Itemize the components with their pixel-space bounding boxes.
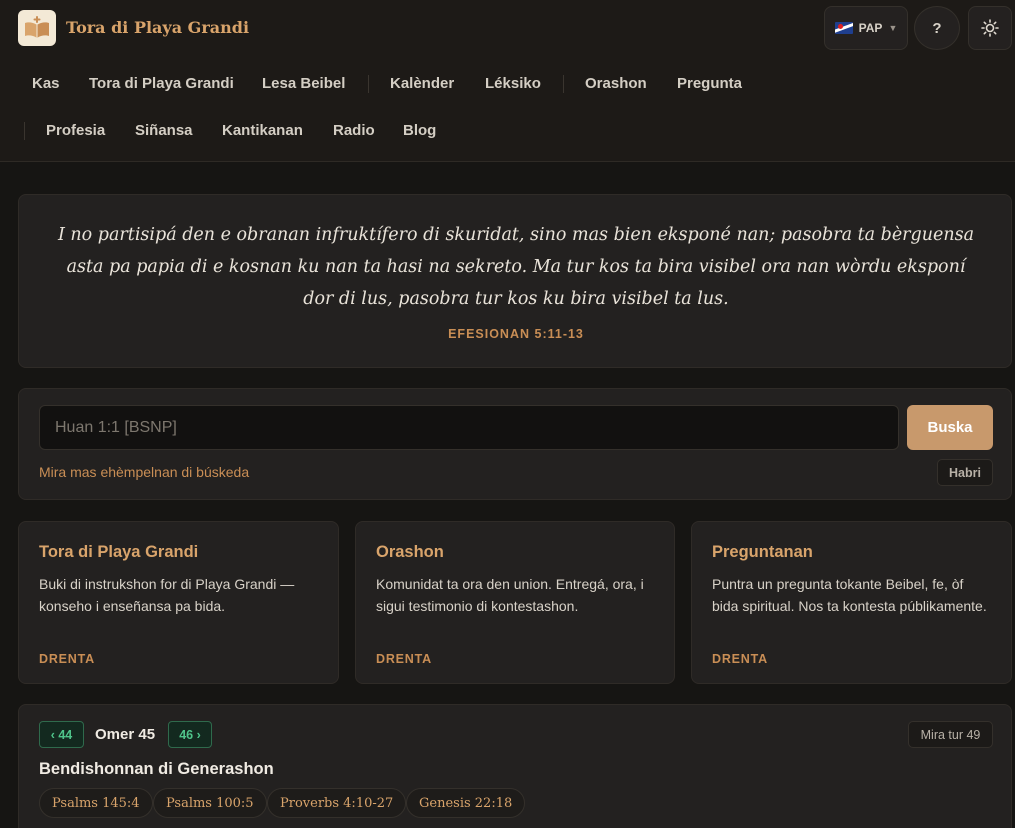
feature-title: Orashon <box>376 543 444 561</box>
feature-description: Buki di instrukshon for di Playa Grandi … <box>39 576 295 614</box>
nav-item-kalender[interactable]: Kalènder <box>390 75 454 92</box>
search-input[interactable] <box>39 405 899 450</box>
nav-item-blog[interactable]: Blog <box>403 122 436 139</box>
feature-card-tora[interactable]: Tora di Playa Grandi Buki di instrukshon… <box>18 521 339 684</box>
nav-divider <box>368 75 369 93</box>
feature-description: Puntra un pregunta tokante Beibel, fe, ò… <box>712 576 987 614</box>
verse-card: I no partisipá den e obranan infruktífer… <box>18 194 1012 368</box>
nav-item-orashon[interactable]: Orashon <box>585 75 647 92</box>
site-header: Tora di Playa Grandi PAP ▼ ? Kas Tora di… <box>0 0 1015 162</box>
feature-enter-link[interactable]: DRENTA <box>39 652 95 666</box>
nav-item-kas[interactable]: Kas <box>32 75 60 92</box>
passage-chip[interactable]: Psalms 145:4 <box>39 788 153 818</box>
nav-item-sinansa[interactable]: Siñansa <box>135 122 193 139</box>
feature-description: Komunidat ta ora den union. Entregá, ora… <box>376 576 644 614</box>
nav-item-lesa-beibel[interactable]: Lesa Beibel <box>262 75 345 92</box>
help-button[interactable]: ? <box>914 6 960 50</box>
reading-plan-card: ‹ 44 Omer 45 46 › Mira tur 49 Bendishonn… <box>18 704 1012 828</box>
day-label: Omer 45 <box>95 726 156 743</box>
feature-title: Preguntanan <box>712 543 813 561</box>
feature-card-preguntanan[interactable]: Preguntanan Puntra un pregunta tokante B… <box>691 521 1012 684</box>
verse-text: I no partisipá den e obranan infruktífer… <box>57 225 975 309</box>
nav-item-profesia[interactable]: Profesia <box>46 122 105 139</box>
passage-chip[interactable]: Psalms 100:5 <box>153 788 267 818</box>
reading-title: Bendishonnan di Generashon <box>39 760 274 778</box>
feature-enter-link[interactable]: DRENTA <box>376 652 432 666</box>
passage-chip[interactable]: Genesis 22:18 <box>406 788 526 818</box>
verse-reference[interactable]: EFESIONAN 5:11-13 <box>19 327 1013 341</box>
nav-item-pregunta[interactable]: Pregunta <box>677 75 742 92</box>
search-button[interactable]: Buska <box>907 405 993 450</box>
language-code: PAP <box>858 21 883 35</box>
next-day-button[interactable]: 46 › <box>168 721 212 748</box>
passage-chip[interactable]: Proverbs 4:10-27 <box>267 788 407 818</box>
sun-icon <box>981 19 999 37</box>
see-all-button[interactable]: Mira tur 49 <box>908 721 993 748</box>
open-book-icon[interactable] <box>18 10 56 46</box>
theme-toggle-button[interactable] <box>968 6 1012 50</box>
nav-item-radio[interactable]: Radio <box>333 122 375 139</box>
feature-card-orashon[interactable]: Orashon Komunidat ta ora den union. Entr… <box>355 521 675 684</box>
search-card: Buska Mira mas ehèmpelnan di búskeda Hab… <box>18 388 1012 500</box>
nav-item-tora[interactable]: Tora di Playa Grandi <box>89 75 234 92</box>
site-title[interactable]: Tora di Playa Grandi <box>66 18 249 37</box>
feature-enter-link[interactable]: DRENTA <box>712 652 768 666</box>
flag-icon <box>834 22 853 34</box>
search-examples-link[interactable]: Mira mas ehèmpelnan di búskeda <box>39 464 249 480</box>
open-examples-button[interactable]: Habri <box>937 459 993 486</box>
nav-divider <box>24 122 25 140</box>
feature-title: Tora di Playa Grandi <box>39 543 199 561</box>
nav-item-kantikanan[interactable]: Kantikanan <box>222 122 303 139</box>
previous-day-button[interactable]: ‹ 44 <box>39 721 84 748</box>
chevron-down-icon: ▼ <box>888 23 898 33</box>
nav-item-leksiko[interactable]: Léksiko <box>485 75 541 92</box>
nav-divider <box>563 75 564 93</box>
language-selector[interactable]: PAP ▼ <box>824 6 908 50</box>
